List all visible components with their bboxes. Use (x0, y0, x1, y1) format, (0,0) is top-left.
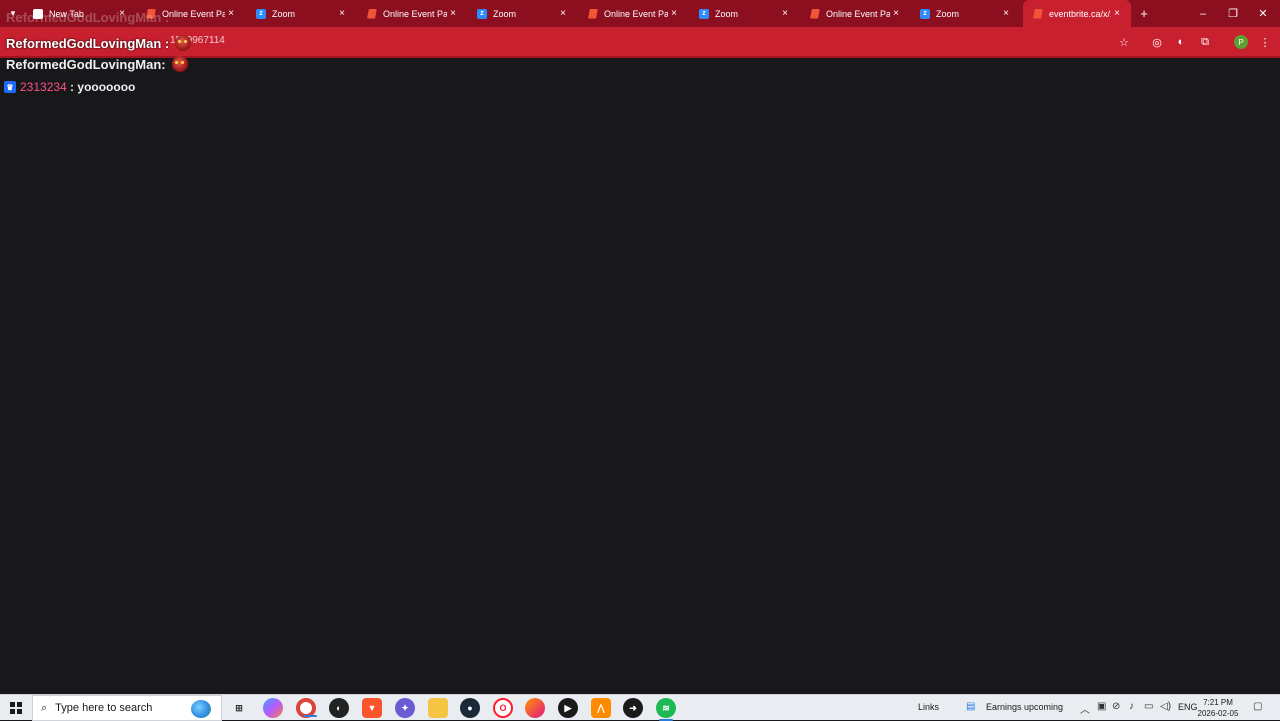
tab-zoom[interactable]: z Zoom × (910, 0, 1020, 27)
chat-separator: : (66, 80, 78, 94)
chat-username: 2313234 (20, 80, 67, 94)
arrow-app-icon[interactable]: ➜ (623, 698, 643, 718)
tab-title: Zoom (272, 8, 296, 19)
system-clock[interactable]: 7:21 PM 2026-02-05 (1196, 697, 1240, 719)
tab-close-icon[interactable]: × (557, 8, 569, 19)
taskbar-search[interactable]: ⌕ Type here to search (32, 695, 222, 721)
eventbrite-icon (367, 8, 377, 19)
tab-online-event-page[interactable]: Online Event Page × (800, 0, 910, 27)
page-content: ReformedGodLovingMan : ♛ 2313234 : yoooo… (0, 56, 1280, 694)
media-player-icon[interactable]: ▶ (558, 698, 578, 718)
tab-title: eventbrite.ca/x/1 (1049, 8, 1111, 19)
microphone-icon[interactable]: ♪ (1129, 701, 1134, 712)
zoom-icon: z (477, 8, 487, 19)
tab-zoom[interactable]: z Zoom × (246, 0, 356, 27)
new-tab-button[interactable]: + (1136, 0, 1152, 27)
tab-zoom[interactable]: z Zoom × (689, 0, 799, 27)
tab-title: Online Event Page (383, 8, 447, 19)
tab-close-icon[interactable]: × (336, 8, 348, 19)
extensions-puzzle-icon[interactable]: ⧉ (1196, 33, 1214, 51)
tab-close-icon[interactable]: × (668, 8, 680, 19)
search-highlight-icon (191, 700, 211, 718)
tab-title: Online Event Page (604, 8, 668, 19)
eventbrite-icon (588, 8, 598, 19)
restore-icon[interactable]: ❐ (1218, 0, 1248, 27)
zoom-icon: z (920, 8, 930, 19)
firefox-icon[interactable] (525, 698, 545, 718)
purple-extension-icon[interactable]: ◐ (1172, 33, 1190, 51)
chat-separator: : (161, 56, 166, 72)
overlay-chat-name: ReformedGodLovingMan : (6, 35, 192, 51)
incognito-extension-icon[interactable]: ◎ (1148, 33, 1166, 51)
tab-eventbrite-active[interactable]: eventbrite.ca/x/1 × (1023, 0, 1131, 27)
tab-title: Online Event Page (826, 8, 890, 19)
browser-tabstrip: ▾ New Tab × Online Event Page × z Zoom ×… (0, 0, 1280, 27)
messenger-icon[interactable]: ✦ (395, 698, 415, 718)
news-widget-icon[interactable]: ▤ (966, 701, 975, 712)
windows-taskbar: ⌕ Type here to search ⊞ ◐ ▼ ✦ ● O ▶ ⋀ ➜ … (0, 694, 1280, 721)
tab-zoom[interactable]: z Zoom × (467, 0, 577, 27)
notification-center-icon[interactable]: ▢ (1253, 701, 1262, 712)
tab-close-icon[interactable]: × (1000, 8, 1012, 19)
tab-title: Zoom (493, 8, 517, 19)
tab-title: Online Event Page (162, 8, 225, 19)
tray-app-icon[interactable]: ▣ (1097, 701, 1106, 712)
tab-title: Zoom (936, 8, 960, 19)
tab-online-event-page[interactable]: Online Event Page × (578, 0, 688, 27)
tab-close-icon[interactable]: × (779, 8, 791, 19)
browser-toolbar: 1569967114 ☆ ◎ ◐ ⧉ P ⋮ (0, 27, 1280, 58)
chat-line: ♛ 2313234 : yooooooo (4, 80, 135, 94)
chat-message: yooooooo (77, 80, 136, 94)
search-icon: ⌕ (41, 701, 48, 714)
file-explorer-icon[interactable] (428, 698, 448, 718)
chrome-icon[interactable] (296, 698, 317, 718)
tab-title: Zoom (715, 8, 739, 19)
zoom-icon: z (699, 8, 709, 19)
task-view-icon[interactable]: ⊞ (229, 698, 249, 718)
clock-date: 2026-02-05 (1197, 709, 1239, 718)
steam-icon[interactable]: ● (460, 698, 480, 718)
chat-line: ReformedGodLovingMan : (6, 56, 188, 72)
app-dark-icon[interactable]: ◐ (329, 698, 349, 718)
red-demon-emote-icon (175, 35, 192, 51)
eventbrite-icon (810, 8, 820, 19)
language-indicator[interactable]: ENG (1178, 702, 1198, 712)
prime-badge-icon: ♛ (4, 81, 16, 93)
tab-online-event-page[interactable]: Online Event Page × (357, 0, 467, 27)
profile-avatar[interactable]: P (1234, 35, 1248, 49)
chat-username: ReformedGodLovingMan (6, 56, 162, 72)
eventbrite-icon (1033, 8, 1043, 19)
display-icon[interactable]: ▭ (1144, 701, 1153, 712)
network-alert-icon[interactable]: ⊘ (1112, 701, 1120, 712)
zoom-icon: z (256, 8, 266, 19)
overlay-ghost-text: ReformedGodLovingMan : (6, 10, 170, 25)
search-placeholder: Type here to search (55, 702, 153, 714)
bookmark-star-icon[interactable]: ☆ (1115, 33, 1133, 51)
links-toolbar[interactable]: Links (918, 702, 939, 712)
clock-time: 7:21 PM (1203, 698, 1233, 707)
tab-close-icon[interactable]: × (225, 8, 237, 19)
windows-logo-icon (10, 701, 22, 714)
overlay-username: ReformedGodLovingMan : (6, 35, 170, 51)
volume-icon[interactable]: ◁) (1160, 701, 1171, 712)
opera-icon[interactable]: O (493, 698, 513, 718)
tab-close-icon[interactable]: × (447, 8, 459, 19)
orange-app-icon[interactable]: ⋀ (591, 698, 611, 718)
tab-close-icon[interactable]: × (1111, 8, 1123, 19)
brave-icon[interactable]: ▼ (362, 698, 382, 718)
chevron-up-icon[interactable]: ︿ (1080, 701, 1090, 716)
copilot-icon[interactable] (263, 698, 283, 718)
window-close-icon[interactable]: ✕ (1248, 0, 1278, 27)
news-widget-text[interactable]: Earnings upcoming (986, 702, 1063, 712)
menu-kebab-icon[interactable]: ⋮ (1256, 33, 1274, 51)
spotify-icon[interactable]: ≋ (656, 698, 676, 721)
tab-close-icon[interactable]: × (890, 8, 902, 19)
minimize-icon[interactable]: – (1188, 0, 1218, 27)
red-demon-emote-icon (171, 56, 188, 72)
start-button[interactable] (0, 695, 32, 721)
